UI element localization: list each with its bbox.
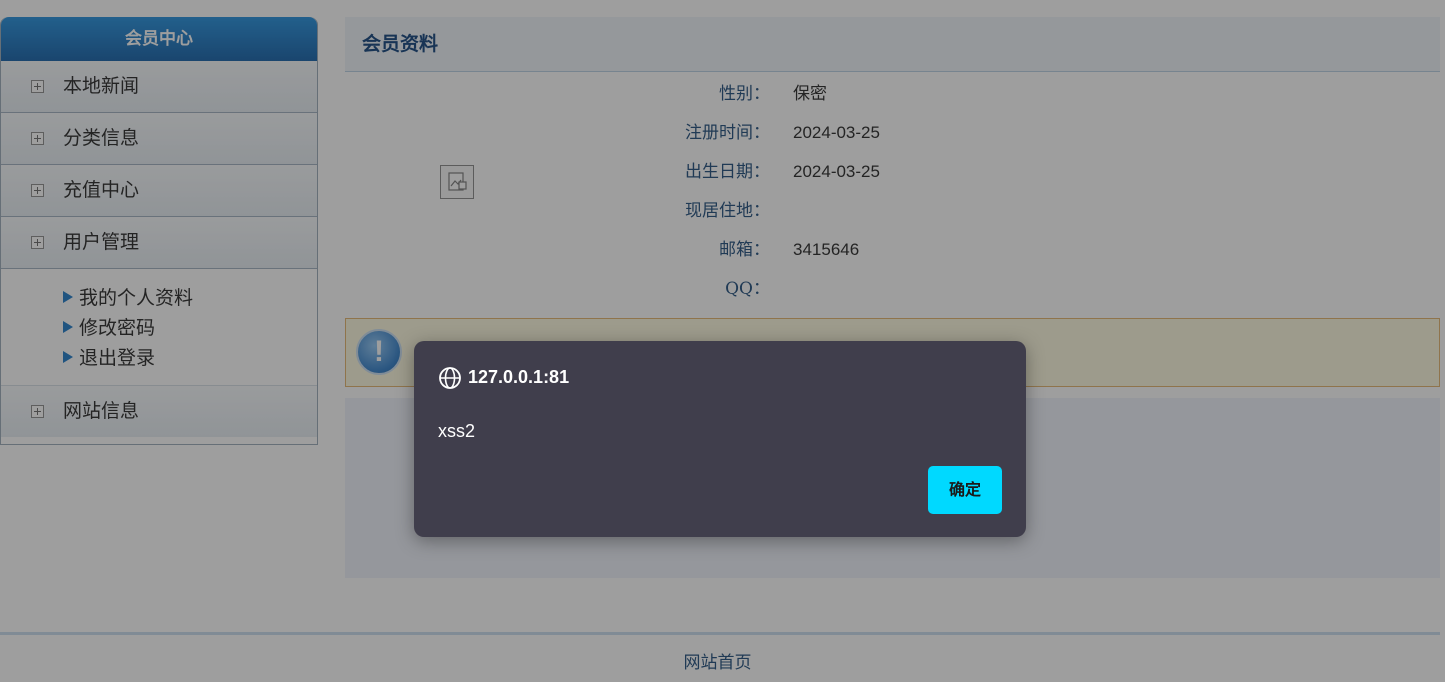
page: 会员中心 本地新闻 分类信息 充值中心 用户管理 我的个人资料 修改密码 退出登… bbox=[0, 0, 1445, 682]
alert-dialog: 127.0.0.1:81 xss2 确定 bbox=[414, 341, 1026, 537]
ok-button[interactable]: 确定 bbox=[928, 466, 1002, 514]
globe-icon bbox=[439, 367, 461, 389]
dialog-message: xss2 bbox=[438, 421, 476, 441]
dialog-origin: 127.0.0.1:81 bbox=[468, 367, 570, 387]
